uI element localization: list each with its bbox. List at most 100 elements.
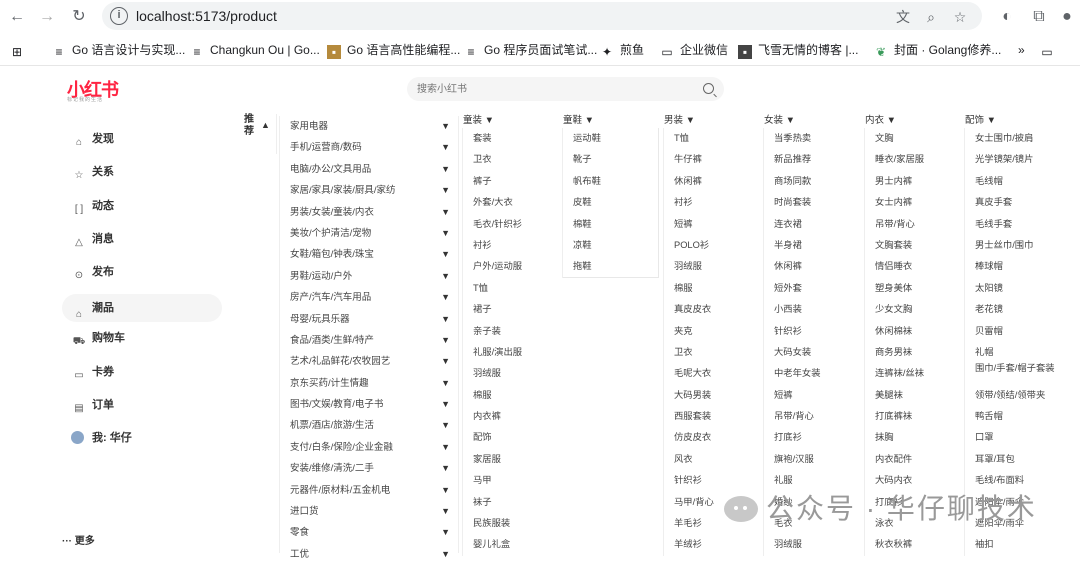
caret-down-icon[interactable]: ▼ <box>441 266 450 287</box>
subcategory-item[interactable]: 大码男装 <box>664 385 763 406</box>
subcategory-item[interactable]: 女士围巾/披肩 <box>965 128 1064 149</box>
column-header[interactable]: 男装 ▼ <box>663 114 763 128</box>
sidebar-item-relations[interactable]: ☆ 关系 <box>62 161 222 194</box>
subcategory-item[interactable]: 棉鞋 <box>563 214 662 235</box>
subcategory-item[interactable]: 打底衫 <box>764 427 863 448</box>
category-item[interactable]: 图书/文娱/教育/电子书 ▼ <box>280 394 458 415</box>
subcategory-item[interactable]: 围巾/手套/帽子套装 <box>965 363 1064 384</box>
subcategory-item[interactable]: 毛线帽 <box>965 171 1064 192</box>
subcategory-item[interactable]: T恤 <box>664 128 763 149</box>
subcategory-item[interactable]: 商务男袜 <box>865 342 964 363</box>
subcategory-item[interactable]: 半身裙 <box>764 235 863 256</box>
subcategory-item[interactable]: 棉服 <box>463 385 562 406</box>
subcategory-item[interactable]: 亲子装 <box>463 321 562 342</box>
subcategory-item[interactable]: 真皮皮衣 <box>664 299 763 320</box>
subcategory-item[interactable]: 抹胸 <box>865 427 964 448</box>
caret-down-icon[interactable]: ▼ <box>441 351 450 372</box>
site-info-icon[interactable]: i <box>110 7 128 25</box>
subcategory-item[interactable]: 休闲裤 <box>764 256 863 277</box>
column-header[interactable]: 童装 ▼ <box>462 114 562 128</box>
search-input[interactable] <box>417 81 687 97</box>
subcategory-item[interactable]: 羽绒服 <box>463 363 562 384</box>
apps-grid-icon[interactable]: ⊞ <box>10 41 30 59</box>
back-arrow-icon[interactable]: ← <box>6 6 28 28</box>
sidebar-item-messages[interactable]: △ 消息 <box>62 228 222 261</box>
category-item[interactable]: 工优 ▼ <box>280 544 458 565</box>
subcategory-item[interactable]: 毛线手套 <box>965 214 1064 235</box>
category-item[interactable]: 电脑/办公/文具用品 ▼ <box>280 159 458 180</box>
subcategory-item[interactable]: 内衣裤 <box>463 406 562 427</box>
subcategory-item[interactable]: 少女文胸 <box>865 299 964 320</box>
subcategory-item[interactable]: 帆布鞋 <box>563 171 662 192</box>
bookmarks-overflow-icon[interactable]: » <box>1018 41 1025 59</box>
caret-down-icon[interactable]: ▼ <box>441 309 450 330</box>
category-item[interactable]: 女鞋/箱包/钟表/珠宝 ▼ <box>280 244 458 265</box>
category-item[interactable]: 安装/维修/清洗/二手 ▼ <box>280 458 458 479</box>
column-header[interactable]: 配饰 ▼ <box>964 114 1064 128</box>
subcategory-item[interactable]: 睡衣/家居服 <box>865 149 964 170</box>
column-header[interactable]: 女装 ▼ <box>763 114 863 128</box>
caret-down-icon[interactable]: ▼ <box>441 394 450 415</box>
category-item[interactable]: 手机/运营商/数码 ▼ <box>280 137 458 158</box>
subcategory-item[interactable]: 运动鞋 <box>563 128 662 149</box>
subcategory-item[interactable]: 文胸套装 <box>865 235 964 256</box>
search-box[interactable] <box>407 77 724 101</box>
category-item[interactable]: 元器件/原材料/五金机电 ▼ <box>280 480 458 501</box>
subcategory-item[interactable]: 吊带/背心 <box>764 406 863 427</box>
subcategory-item[interactable]: 商场同款 <box>764 171 863 192</box>
subcategory-item[interactable]: 时尚套装 <box>764 192 863 213</box>
subcategory-item[interactable]: 棉服 <box>664 278 763 299</box>
bookmark-star-icon[interactable]: ☆ <box>951 8 969 26</box>
sidebar-item-publish[interactable]: ⊙ 发布 <box>62 261 222 294</box>
sidebar-item-me[interactable]: 我: 华仔 <box>62 427 222 460</box>
caret-down-icon[interactable]: ▼ <box>441 522 450 543</box>
subcategory-item[interactable]: 连衣裙 <box>764 214 863 235</box>
category-item[interactable]: 支付/白条/保险/企业金融 ▼ <box>280 437 458 458</box>
bookmark-item[interactable]: ▭ 企业微信 <box>660 41 728 59</box>
category-item[interactable]: 京东买药/计生情趣 ▼ <box>280 373 458 394</box>
subcategory-item[interactable]: 衬衫 <box>664 192 763 213</box>
subcategory-item[interactable]: 老花镜 <box>965 299 1064 320</box>
bookmark-item[interactable]: ▪ Go 语言高性能编程... <box>327 41 460 59</box>
subcategory-item[interactable]: 短裤 <box>664 214 763 235</box>
forward-arrow-icon[interactable]: → <box>36 6 58 28</box>
subcategory-item[interactable]: 打底裤袜 <box>865 406 964 427</box>
subcategory-item[interactable]: T恤 <box>463 278 562 299</box>
caret-down-icon[interactable]: ▼ <box>441 437 450 458</box>
column-header[interactable]: 内衣 ▼ <box>864 114 964 128</box>
subcategory-item[interactable]: 礼帽 <box>965 342 1064 363</box>
category-item[interactable]: 房产/汽车/汽车用品 ▼ <box>280 287 458 308</box>
subcategory-item[interactable]: 口罩 <box>965 427 1064 448</box>
translate-icon[interactable]: ⽂ <box>894 8 912 26</box>
caret-down-icon[interactable]: ▼ <box>441 202 450 223</box>
caret-down-icon[interactable]: ▼ <box>441 544 450 565</box>
subcategory-item[interactable]: 男士内裤 <box>865 171 964 192</box>
subcategory-item[interactable]: 美腿袜 <box>865 385 964 406</box>
subcategory-item[interactable]: 新品推荐 <box>764 149 863 170</box>
category-item[interactable]: 男装/女装/童装/内衣 ▼ <box>280 202 458 223</box>
category-item[interactable]: 机票/酒店/旅游/生活 ▼ <box>280 415 458 436</box>
subcategory-item[interactable]: 夹克 <box>664 321 763 342</box>
subcategory-item[interactable]: 针织衫 <box>764 321 863 342</box>
subcategory-item[interactable]: 耳罩/耳包 <box>965 449 1064 470</box>
subcategory-item[interactable]: 真皮手套 <box>965 192 1064 213</box>
subcategory-item[interactable]: 光学镜架/镜片 <box>965 149 1064 170</box>
subcategory-item[interactable]: 套装 <box>463 128 562 149</box>
bookmarks-folder-item[interactable]: ▭ <box>1040 41 1060 59</box>
subcategory-item[interactable]: 领带/领结/领带夹 <box>965 385 1064 406</box>
subcategory-item[interactable]: 靴子 <box>563 149 662 170</box>
caret-down-icon[interactable]: ▼ <box>441 480 450 501</box>
subcategory-item[interactable]: 休闲裤 <box>664 171 763 192</box>
subcategory-item[interactable]: 裙子 <box>463 299 562 320</box>
bookmark-item[interactable]: ≡ Go 程序员面试笔试... <box>464 41 597 59</box>
sidebar-item-trend[interactable]: ⌂ 潮品 <box>62 294 222 323</box>
subcategory-item[interactable]: POLO衫 <box>664 235 763 256</box>
bookmark-item[interactable]: ❦ 封面 · Golang修养... <box>874 41 1001 59</box>
subcategory-item[interactable]: 棒球帽 <box>965 256 1064 277</box>
bookmark-item[interactable]: ▪ 飞雪无情的博客 |... <box>738 41 858 59</box>
caret-down-icon[interactable]: ▼ <box>441 223 450 244</box>
caret-down-icon[interactable]: ▼ <box>441 373 450 394</box>
category-item[interactable]: 家居/家具/家装/厨具/家纺 ▼ <box>280 180 458 201</box>
category-item[interactable]: 家用电器 ▼ <box>280 116 458 137</box>
subcategory-item[interactable]: 户外/运动服 <box>463 256 562 277</box>
